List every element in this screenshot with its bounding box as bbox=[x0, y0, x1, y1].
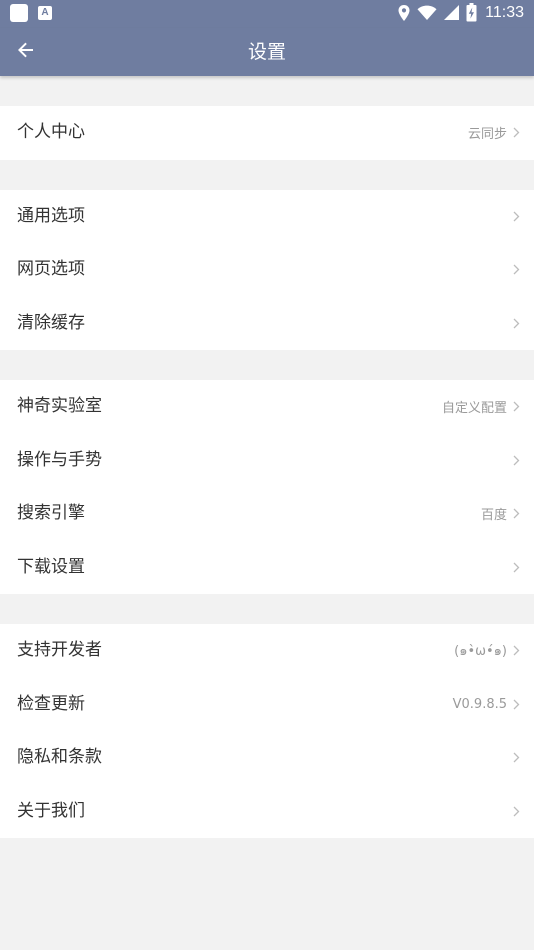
signal-icon bbox=[443, 4, 460, 21]
chevron-right-icon bbox=[513, 127, 520, 138]
chevron-right-icon bbox=[513, 264, 520, 275]
chevron-right-icon bbox=[513, 699, 520, 710]
settings-item-value: (๑•̀ω•́๑) bbox=[454, 644, 507, 660]
settings-item-label: 神奇实验室 bbox=[17, 396, 102, 416]
chevron-right-icon bbox=[513, 645, 520, 656]
settings-item-label: 个人中心 bbox=[17, 122, 85, 142]
settings-item-webpage-options[interactable]: 网页选项 bbox=[0, 243, 534, 297]
settings-item-label: 下载设置 bbox=[17, 556, 85, 577]
chevron-right-icon bbox=[513, 401, 520, 412]
settings-item-value: 云同步 bbox=[467, 127, 507, 143]
app-bar: 设置 bbox=[0, 28, 534, 76]
settings-list: 个人中心 云同步 通用选项 网页选项 清除缓存 神奇实验室 自定义配置 操作与手… bbox=[0, 76, 534, 838]
battery-charging-icon bbox=[466, 3, 477, 22]
settings-item-about-us[interactable]: 关于我们 bbox=[0, 785, 534, 839]
settings-item-general-options[interactable]: 通用选项 bbox=[0, 190, 534, 244]
settings-item-clear-cache[interactable]: 清除缓存 bbox=[0, 297, 534, 351]
settings-group-features: 神奇实验室 自定义配置 操作与手势 搜索引擎 百度 下载设置 bbox=[0, 380, 534, 594]
settings-item-value: 百度 bbox=[480, 508, 507, 524]
settings-item-label: 搜索引擎 bbox=[17, 503, 85, 523]
settings-item-value: 自定义配置 bbox=[441, 401, 507, 417]
settings-item-label: 支持开发者 bbox=[17, 640, 102, 660]
settings-item-label: 关于我们 bbox=[17, 800, 85, 821]
status-bar: A 11:33 bbox=[0, 0, 534, 28]
arrow-left-icon bbox=[17, 41, 35, 63]
wifi-icon bbox=[417, 5, 437, 21]
settings-item-support-developer[interactable]: 支持开发者 (๑•̀ω•́๑) bbox=[0, 624, 534, 678]
chevron-right-icon bbox=[513, 508, 520, 519]
settings-item-label: 操作与手势 bbox=[17, 449, 102, 470]
settings-item-privacy-terms[interactable]: 隐私和条款 bbox=[0, 731, 534, 785]
settings-item-value: V0.9.8.5 bbox=[452, 696, 507, 712]
settings-item-label: 检查更新 bbox=[17, 693, 85, 714]
chevron-right-icon bbox=[513, 562, 520, 573]
location-icon bbox=[397, 4, 411, 22]
settings-item-magic-lab[interactable]: 神奇实验室 自定义配置 bbox=[0, 380, 534, 434]
app-square-icon bbox=[10, 4, 28, 22]
settings-group-about: 支持开发者 (๑•̀ω•́๑) 检查更新 V0.9.8.5 隐私和条款 关于我们 bbox=[0, 624, 534, 838]
chevron-right-icon bbox=[513, 211, 520, 222]
settings-item-label: 通用选项 bbox=[17, 205, 85, 226]
settings-item-label: 清除缓存 bbox=[17, 312, 85, 333]
chevron-right-icon bbox=[513, 752, 520, 763]
settings-item-label: 隐私和条款 bbox=[17, 747, 102, 767]
settings-item-download-settings[interactable]: 下载设置 bbox=[0, 541, 534, 595]
a-badge-icon: A bbox=[38, 6, 52, 20]
settings-group-general: 通用选项 网页选项 清除缓存 bbox=[0, 189, 534, 351]
settings-item-check-update[interactable]: 检查更新 V0.9.8.5 bbox=[0, 678, 534, 732]
clock: 11:33 bbox=[485, 3, 524, 21]
settings-item-search-engine[interactable]: 搜索引擎 百度 bbox=[0, 487, 534, 541]
settings-item-label: 网页选项 bbox=[17, 259, 85, 279]
settings-item-personal-center[interactable]: 个人中心 云同步 bbox=[0, 106, 534, 160]
chevron-right-icon bbox=[513, 318, 520, 329]
settings-group-account: 个人中心 云同步 bbox=[0, 106, 534, 160]
chevron-right-icon bbox=[513, 455, 520, 466]
status-left: A bbox=[10, 4, 52, 22]
settings-item-operations-gestures[interactable]: 操作与手势 bbox=[0, 434, 534, 488]
status-right: 11:33 bbox=[397, 3, 524, 22]
chevron-right-icon bbox=[513, 806, 520, 817]
page-title: 设置 bbox=[247, 41, 286, 63]
back-button[interactable] bbox=[12, 38, 40, 66]
